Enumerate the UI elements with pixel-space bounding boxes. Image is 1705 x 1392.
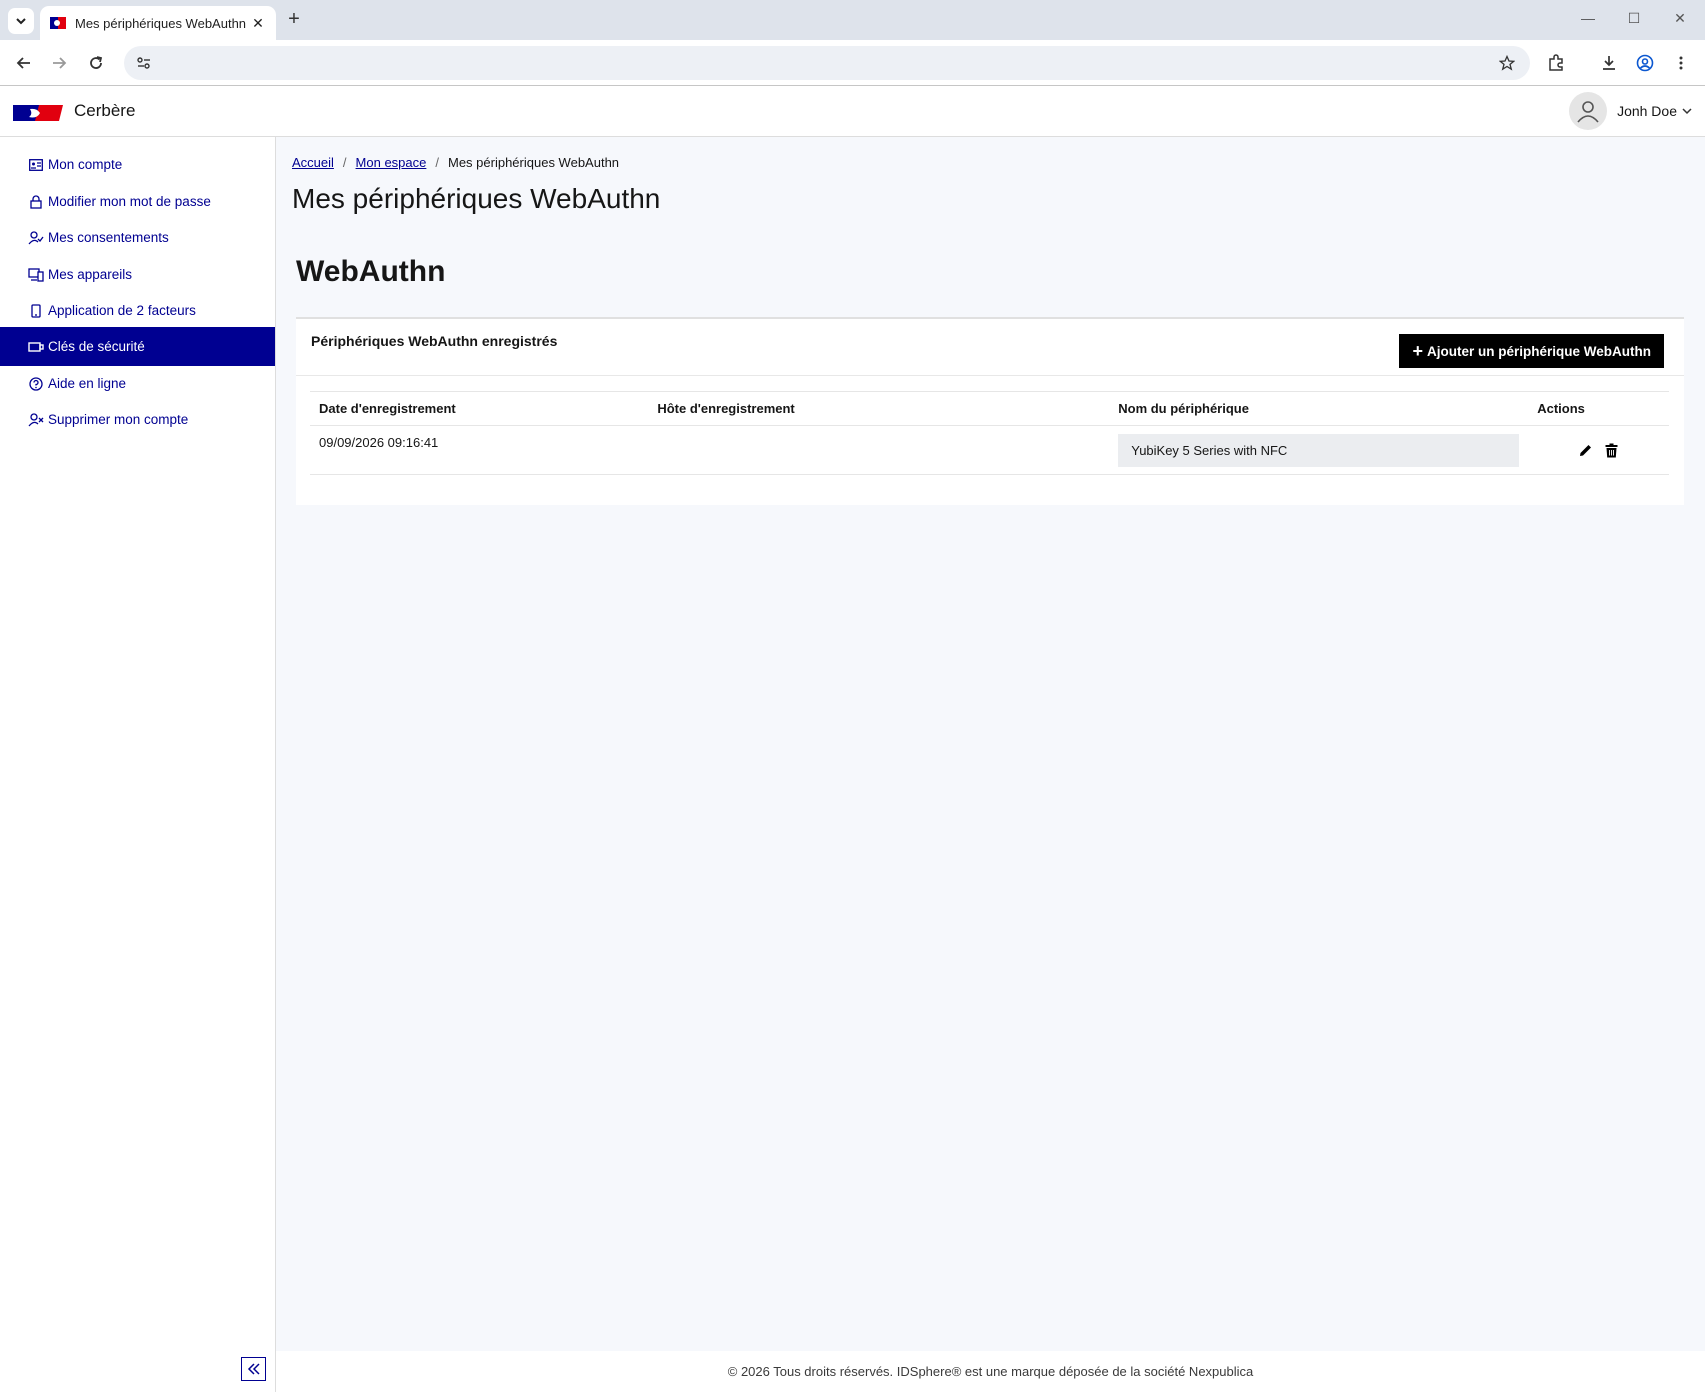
- reload-icon: [90, 56, 103, 69]
- breadcrumb-space-link[interactable]: Mon espace: [356, 155, 427, 170]
- breadcrumb-home-link[interactable]: Accueil: [292, 155, 334, 170]
- sidebar: Mon compte Modifier mon mot de passe Mes…: [0, 137, 276, 1392]
- site-settings-icon[interactable]: [132, 51, 156, 75]
- delete-trash-icon[interactable]: [1604, 442, 1620, 458]
- app-header: Cerbère Jonh Doe: [0, 87, 1705, 137]
- tab-search-button[interactable]: [8, 8, 34, 34]
- webauthn-devices-card: Périphériques WebAuthn enregistrés + Ajo…: [296, 317, 1684, 505]
- sidebar-item-label: Application de 2 facteurs: [48, 303, 196, 318]
- tab-close-icon[interactable]: ✕: [250, 15, 266, 32]
- devices-icon: [28, 267, 44, 283]
- avatar[interactable]: [1569, 92, 1608, 130]
- sidebar-item-mon-compte[interactable]: Mon compte: [0, 145, 275, 184]
- forward-button[interactable]: [47, 51, 71, 75]
- registration-host-cell: [648, 425, 1110, 475]
- section-title: WebAuthn: [296, 255, 446, 288]
- user-check-icon: [28, 230, 44, 246]
- add-webauthn-device-button[interactable]: + Ajouter un périphérique WebAuthn: [1399, 334, 1664, 368]
- arrow-left-icon: [16, 57, 30, 69]
- sidebar-item-label: Supprimer mon compte: [48, 412, 189, 427]
- sidebar-item-label: Clés de sécurité: [48, 339, 145, 354]
- page-title: Mes périphériques WebAuthn: [292, 183, 661, 214]
- sidebar-item-label: Mes appareils: [48, 267, 133, 282]
- download-icon: [1603, 56, 1615, 70]
- browser-tabstrip: Mes périphériques WebAuthn - ✕ + — ☐ ✕: [0, 0, 1705, 40]
- footer-copyright: © 2026 Tous droits réservés. IDSphere® e…: [727, 1364, 1254, 1379]
- extensions-button[interactable]: [1544, 51, 1568, 75]
- address-bar[interactable]: [124, 46, 1530, 80]
- column-header-device-name: Nom du périphérique: [1109, 391, 1529, 426]
- user-avatar-icon: [1577, 101, 1599, 123]
- main-content: Accueil / Mon espace / Mes périphériques…: [276, 137, 1705, 1351]
- marianne-logo-icon[interactable]: [13, 103, 63, 123]
- user-name[interactable]: Jonh Doe: [1617, 103, 1677, 119]
- plus-icon: +: [1412, 341, 1423, 361]
- app-name[interactable]: Cerbère: [74, 101, 135, 121]
- marianne-favicon-icon: [50, 15, 66, 31]
- sidebar-item-mes-appareils[interactable]: Mes appareils: [0, 255, 275, 294]
- column-header-actions: Actions: [1528, 391, 1669, 426]
- maximize-button[interactable]: ☐: [1624, 10, 1644, 27]
- reload-button[interactable]: [84, 51, 108, 75]
- chevron-down-icon: [16, 18, 26, 25]
- breadcrumb-separator: /: [342, 155, 347, 170]
- back-button[interactable]: [12, 51, 36, 75]
- double-chevron-left-icon: [247, 1363, 260, 1375]
- profile-icon: [1636, 54, 1654, 72]
- footer: © 2026 Tous droits réservés. IDSphere® e…: [276, 1351, 1705, 1392]
- breadcrumb-separator: /: [435, 155, 439, 170]
- column-header-host: Hôte d'enregistrement: [648, 391, 1110, 426]
- table-header-row: Date d'enregistrement Hôte d'enregistrem…: [310, 391, 1669, 426]
- sidebar-item-application-2-facteurs[interactable]: Application de 2 facteurs: [0, 291, 275, 330]
- breadcrumb-current: Mes périphériques WebAuthn: [448, 155, 620, 170]
- table-row: 09/09/2026 09:16:41 YubiKey 5 Series wit…: [310, 425, 1669, 475]
- card-header: Périphériques WebAuthn enregistrés + Ajo…: [296, 319, 1684, 376]
- security-key-icon: [28, 339, 44, 355]
- phone-icon: [28, 303, 44, 319]
- browser-tab-active[interactable]: Mes périphériques WebAuthn - ✕: [40, 6, 276, 40]
- more-vertical-icon: [1679, 56, 1683, 70]
- window-close-button[interactable]: ✕: [1670, 10, 1690, 27]
- bookmark-star-icon[interactable]: [1496, 52, 1518, 74]
- device-name-cell: YubiKey 5 Series with NFC: [1109, 425, 1529, 475]
- downloads-button[interactable]: [1597, 51, 1621, 75]
- new-tab-button[interactable]: +: [283, 9, 305, 31]
- sidebar-item-cles-de-securite[interactable]: Clés de sécurité: [0, 327, 275, 366]
- tab-title: Mes périphériques WebAuthn -: [75, 15, 250, 31]
- user-delete-icon: [28, 412, 44, 428]
- minimize-button[interactable]: —: [1578, 10, 1598, 26]
- help-icon: [28, 376, 44, 392]
- column-header-date: Date d'enregistrement: [310, 391, 649, 426]
- puzzle-icon: [1549, 54, 1563, 71]
- sidebar-item-label: Mon compte: [48, 157, 123, 172]
- arrow-right-icon: [53, 57, 67, 69]
- add-button-label: Ajouter un périphérique WebAuthn: [1427, 343, 1651, 359]
- card-title: Périphériques WebAuthn enregistrés: [311, 333, 558, 349]
- user-menu[interactable]: Jonh Doe: [1569, 92, 1693, 130]
- browser-toolbar: [0, 40, 1705, 86]
- registration-date-cell: 09/09/2026 09:16:41: [310, 425, 649, 475]
- collapse-sidebar-button[interactable]: [241, 1357, 266, 1381]
- sidebar-item-label: Modifier mon mot de passe: [48, 194, 211, 209]
- sidebar-item-mes-consentements[interactable]: Mes consentements: [0, 218, 275, 257]
- id-card-icon: [28, 157, 44, 173]
- sidebar-item-modifier-mot-de-passe[interactable]: Modifier mon mot de passe: [0, 182, 275, 221]
- breadcrumb: Accueil / Mon espace / Mes périphériques…: [292, 155, 619, 170]
- device-name-field[interactable]: YubiKey 5 Series with NFC: [1118, 433, 1520, 467]
- sidebar-item-supprimer-mon-compte[interactable]: Supprimer mon compte: [0, 400, 275, 439]
- sidebar-item-aide-en-ligne[interactable]: Aide en ligne: [0, 364, 275, 403]
- webauthn-devices-table: Date d'enregistrement Hôte d'enregistrem…: [310, 391, 1669, 475]
- profile-button[interactable]: [1633, 51, 1657, 75]
- sidebar-item-label: Aide en ligne: [48, 376, 127, 391]
- browser-menu-button[interactable]: [1669, 51, 1693, 75]
- chevron-down-icon[interactable]: [1681, 105, 1693, 117]
- edit-pencil-icon[interactable]: [1578, 442, 1594, 458]
- sidebar-item-label: Mes consentements: [48, 230, 169, 245]
- lock-icon: [28, 194, 44, 210]
- actions-cell: [1528, 425, 1669, 475]
